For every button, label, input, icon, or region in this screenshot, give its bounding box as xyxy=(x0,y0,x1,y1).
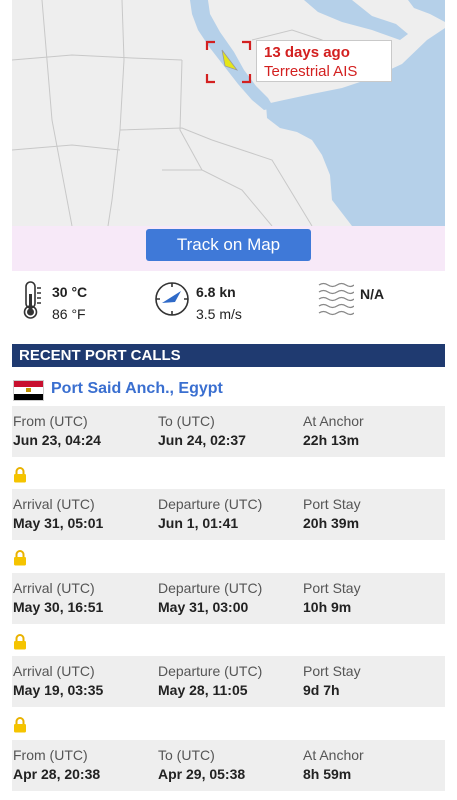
temperature-fahrenheit: 86 °F xyxy=(52,306,86,322)
track-bar: Track on Map xyxy=(12,226,445,271)
port-call-value: 8h 59m xyxy=(303,766,352,782)
wave-height: N/A xyxy=(360,286,385,302)
port-call-row: From (UTC) Apr 28, 20:38 To (UTC) Apr 29, 0… xyxy=(12,740,445,791)
vessel-position-callout: 13 days ago Terrestrial AIS xyxy=(256,40,392,82)
port-call-cell: From (UTC) Apr 28, 20:38 xyxy=(13,747,100,783)
callout-source: Terrestrial AIS xyxy=(264,63,358,80)
thermometer-icon xyxy=(23,281,41,319)
port-call-cell: Departure (UTC) May 31, 03:00 xyxy=(158,580,262,616)
track-on-map-button[interactable]: Track on Map xyxy=(146,229,311,261)
port-call-cell: Arrival (UTC) May 31, 05:01 xyxy=(13,496,103,532)
port-call-value: 10h 9m xyxy=(303,599,352,615)
port-call-value: Jun 1, 01:41 xyxy=(158,515,239,531)
port-call-label: Port Stay xyxy=(303,496,361,512)
lock-icon[interactable] xyxy=(13,717,27,733)
port-call-label: To (UTC) xyxy=(158,413,215,429)
port-call-label: To (UTC) xyxy=(158,747,215,763)
port-call-value: 20h 39m xyxy=(303,515,360,531)
port-call-value: Jun 24, 02:37 xyxy=(158,432,246,448)
port-call-cell: Departure (UTC) May 28, 11:05 xyxy=(158,663,262,699)
port-call-value: May 19, 03:35 xyxy=(13,682,104,698)
port-call-label: Port Stay xyxy=(303,663,361,679)
callout-time: 13 days ago xyxy=(264,44,350,61)
port-call-value: May 31, 03:00 xyxy=(158,599,249,615)
lock-icon[interactable] xyxy=(13,550,27,566)
port-call-value: May 28, 11:05 xyxy=(158,682,248,698)
port-call-cell: Arrival (UTC) May 19, 03:35 xyxy=(13,663,103,699)
port-call-cell: From (UTC) Jun 23, 04:24 xyxy=(13,413,101,449)
port-call-label: From (UTC) xyxy=(13,747,88,763)
port-call-cell: At Anchor 22h 13m xyxy=(303,413,364,449)
port-call-label: Departure (UTC) xyxy=(158,663,263,679)
temperature-block: 30 °C 86 °F xyxy=(18,280,138,322)
recent-port-calls-header: RECENT PORT CALLS xyxy=(12,344,445,367)
port-call-row: Arrival (UTC) May 30, 16:51 Departure (UTC… xyxy=(12,573,445,624)
port-call-cell: To (UTC) Apr 29, 05:38 xyxy=(158,747,245,783)
waves-icon xyxy=(318,282,354,316)
port-call-label: At Anchor xyxy=(303,413,364,429)
port-call-label: Arrival (UTC) xyxy=(13,663,95,679)
wind-compass-icon xyxy=(155,282,189,316)
port-call-value: 9d 7h xyxy=(303,682,340,698)
temperature-celsius: 30 °C xyxy=(52,284,88,300)
port-name-link[interactable]: Port Said Anch., Egypt xyxy=(51,380,223,398)
port-call-label: Port Stay xyxy=(303,580,361,596)
port-call-cell: To (UTC) Jun 24, 02:37 xyxy=(158,413,246,449)
lock-icon[interactable] xyxy=(13,634,27,650)
port-call-value: Apr 29, 05:38 xyxy=(158,766,246,782)
port-call-label: Arrival (UTC) xyxy=(13,580,95,596)
port-call-row: From (UTC) Jun 23, 04:24 To (UTC) Jun 24, 0… xyxy=(12,406,445,457)
port-call-value: May 30, 16:51 xyxy=(13,599,104,615)
port-call-value: Jun 23, 04:24 xyxy=(13,432,101,448)
port-row: Port Said Anch., Egypt xyxy=(12,377,445,403)
wind-speed-ms: 3.5 m/s xyxy=(196,306,242,322)
port-call-label: Arrival (UTC) xyxy=(13,496,95,512)
port-call-value: 22h 13m xyxy=(303,432,360,448)
port-call-value: Apr 28, 20:38 xyxy=(13,766,101,782)
port-call-value: May 31, 05:01 xyxy=(13,515,104,531)
waves-block: N/A xyxy=(318,280,428,322)
wind-block: 6.8 kn 3.5 m/s xyxy=(153,280,283,322)
port-call-label: Departure (UTC) xyxy=(158,580,263,596)
port-call-cell: Port Stay 9d 7h xyxy=(303,663,361,699)
port-call-label: Departure (UTC) xyxy=(158,496,263,512)
port-call-row: Arrival (UTC) May 31, 05:01 Departure (UTC… xyxy=(12,489,445,540)
port-call-row: Arrival (UTC) May 19, 03:35 Departure (UTC… xyxy=(12,656,445,707)
port-call-cell: At Anchor 8h 59m xyxy=(303,747,364,783)
wind-speed-knots: 6.8 kn xyxy=(196,284,236,300)
port-call-label: From (UTC) xyxy=(13,413,88,429)
port-call-cell: Port Stay 10h 9m xyxy=(303,580,361,616)
egypt-flag-icon xyxy=(13,380,44,401)
port-call-cell: Departure (UTC) Jun 1, 01:41 xyxy=(158,496,262,532)
port-call-cell: Port Stay 20h 39m xyxy=(303,496,361,532)
vessel-map[interactable]: 13 days ago Terrestrial AIS xyxy=(12,0,445,226)
port-call-label: At Anchor xyxy=(303,747,364,763)
map-canvas xyxy=(12,0,445,226)
lock-icon[interactable] xyxy=(13,467,27,483)
port-call-cell: Arrival (UTC) May 30, 16:51 xyxy=(13,580,103,616)
